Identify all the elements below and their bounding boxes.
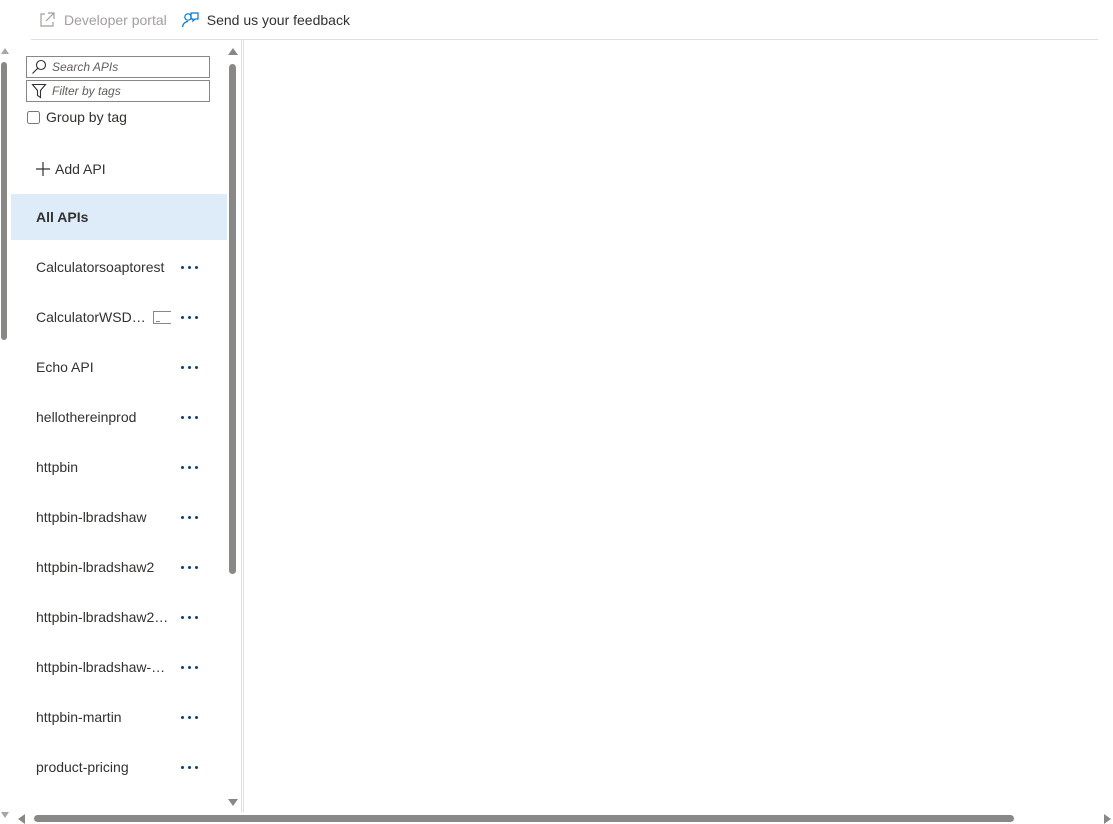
api-item[interactable]: httpbin-lbradshaw2 xyxy=(11,544,227,590)
scroll-left-arrow-icon[interactable] xyxy=(18,814,25,824)
api-item[interactable]: CalculatorWSDLTest xyxy=(11,294,227,340)
api-list: All APIs Calculatorsoaptorest Calculator… xyxy=(11,194,227,810)
api-item[interactable]: Calculatorsoaptorest xyxy=(11,244,227,290)
api-item-label: httpbin-lbradshaw-clone xyxy=(36,659,172,675)
page-vertical-scrollbar[interactable] xyxy=(0,44,9,820)
more-options-icon[interactable] xyxy=(181,666,198,669)
filter-icon xyxy=(31,83,47,99)
api-detail-area xyxy=(245,41,1098,811)
more-options-icon[interactable] xyxy=(181,416,198,419)
api-item[interactable]: httpbin-martin xyxy=(11,694,227,740)
api-item[interactable]: Echo API xyxy=(11,344,227,390)
soap-api-icon xyxy=(153,310,171,324)
more-options-icon[interactable] xyxy=(181,516,198,519)
send-feedback-button[interactable]: Send us your feedback xyxy=(174,0,357,40)
scroll-right-arrow-icon[interactable] xyxy=(1104,814,1111,824)
group-by-tag-checkbox[interactable] xyxy=(27,110,40,124)
group-by-tag-label: Group by tag xyxy=(46,109,127,125)
more-options-icon[interactable] xyxy=(181,616,198,619)
api-item[interactable]: httpbin-lbradshaw-clone xyxy=(11,644,227,690)
api-item-label: All APIs xyxy=(36,209,89,225)
api-item-label: hellothereinprod xyxy=(36,409,137,425)
api-management-page: Developer portal Send us your feedback S… xyxy=(0,0,1113,824)
scroll-down-arrow-icon[interactable] xyxy=(1,812,9,818)
api-item-label: httpbin-lbradshaw2 xyxy=(36,559,155,575)
api-item-label: httpbin-lbradshaw xyxy=(36,509,147,525)
api-item-label: product-pricing-v2 xyxy=(36,809,172,810)
more-options-icon[interactable] xyxy=(181,566,198,569)
api-item-all-apis[interactable]: All APIs xyxy=(11,194,227,240)
api-item[interactable]: hellothereinprod xyxy=(11,394,227,440)
scrollbar-thumb[interactable] xyxy=(229,64,236,574)
api-item-label: Echo API xyxy=(36,359,94,375)
plus-icon xyxy=(36,162,50,176)
filter-tags-input[interactable] xyxy=(52,82,202,100)
api-item[interactable]: httpbin xyxy=(11,444,227,490)
api-list-scrollbar[interactable] xyxy=(227,44,239,810)
more-options-icon[interactable] xyxy=(181,316,198,319)
api-item[interactable]: product-pricing-v2 xyxy=(11,794,227,810)
api-item-label: httpbin-martin xyxy=(36,709,122,725)
add-api-label: Add API xyxy=(55,161,106,177)
more-options-icon[interactable] xyxy=(181,366,198,369)
more-options-icon[interactable] xyxy=(181,266,198,269)
api-item-label: product-pricing xyxy=(36,759,129,775)
external-link-icon xyxy=(40,11,55,27)
more-options-icon[interactable] xyxy=(181,766,198,769)
api-item[interactable]: httpbin-lbradshaw xyxy=(11,494,227,540)
more-options-icon[interactable] xyxy=(181,466,198,469)
group-by-tag-option[interactable]: Group by tag xyxy=(26,108,127,126)
scrollbar-thumb[interactable] xyxy=(34,815,1014,822)
command-bar: Developer portal Send us your feedback xyxy=(31,0,1098,40)
developer-portal-button[interactable]: Developer portal xyxy=(31,0,174,40)
feedback-icon xyxy=(181,11,199,27)
scroll-down-arrow-icon[interactable] xyxy=(228,799,238,806)
developer-portal-label: Developer portal xyxy=(64,11,167,28)
panel-splitter[interactable] xyxy=(241,40,244,812)
send-feedback-label: Send us your feedback xyxy=(206,11,350,28)
scroll-up-arrow-icon[interactable] xyxy=(1,48,9,54)
more-options-icon[interactable] xyxy=(181,716,198,719)
page-horizontal-scrollbar[interactable] xyxy=(14,813,1113,824)
scroll-up-arrow-icon[interactable] xyxy=(228,48,238,55)
api-item-label: Calculatorsoaptorest xyxy=(36,259,165,275)
search-apis-box[interactable] xyxy=(26,56,210,78)
search-apis-input[interactable] xyxy=(52,58,202,76)
api-item[interactable]: product-pricing xyxy=(11,744,227,790)
add-api-button[interactable]: Add API xyxy=(36,158,106,180)
api-item-label: httpbin xyxy=(36,459,79,475)
api-item-label: CalculatorWSDLTest xyxy=(36,309,149,325)
filter-tags-box[interactable] xyxy=(26,80,210,102)
scrollbar-thumb[interactable] xyxy=(1,62,7,340)
api-list-panel: Group by tag Add API All APIs Calculator… xyxy=(11,44,227,810)
search-icon xyxy=(32,59,47,74)
api-item-label: httpbin-lbradshaw2Binding xyxy=(36,609,172,625)
api-item[interactable]: httpbin-lbradshaw2Binding xyxy=(11,594,227,640)
